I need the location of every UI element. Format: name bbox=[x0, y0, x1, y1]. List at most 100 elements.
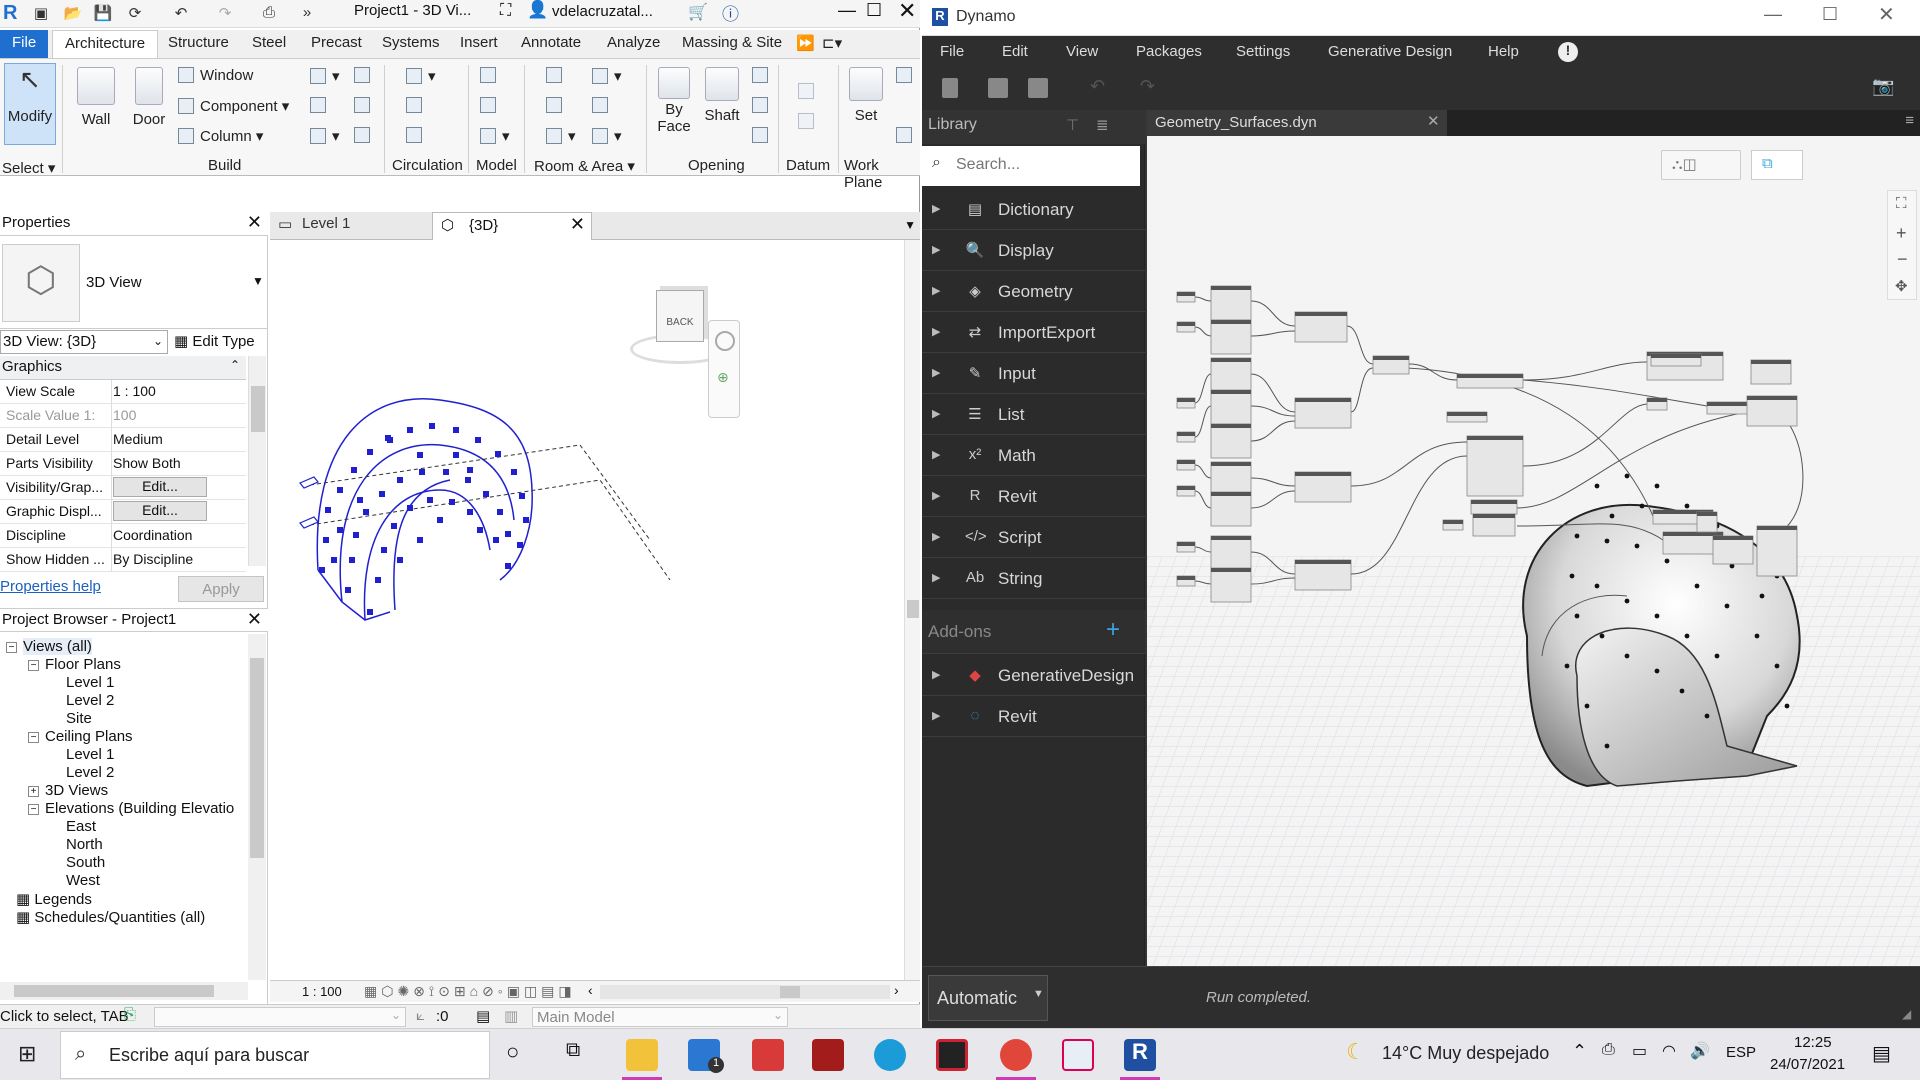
expand-arrow-icon[interactable]: ▶ bbox=[932, 530, 940, 543]
filter-icon[interactable]: ▥ bbox=[504, 1007, 518, 1025]
cortana-icon[interactable]: ○ bbox=[506, 1039, 519, 1065]
zoom-icon[interactable]: ⊕ bbox=[717, 369, 729, 386]
library-category-geometry[interactable]: ▶ ◈ Geometry bbox=[922, 272, 1145, 312]
graph-node[interactable] bbox=[1746, 395, 1798, 427]
file-explorer-icon[interactable] bbox=[626, 1039, 658, 1071]
undo-icon[interactable]: ↶ bbox=[170, 4, 192, 24]
library-category-dictionary[interactable]: ▶ ▤ Dictionary bbox=[922, 190, 1145, 230]
area-boundary-button[interactable]: ▾ bbox=[592, 67, 622, 85]
addon-revit[interactable]: ▶ ◌ Revit bbox=[922, 697, 1145, 737]
show-work-plane-button[interactable] bbox=[896, 67, 918, 84]
graph-wire[interactable] bbox=[1346, 325, 1374, 365]
menu-edit[interactable]: Edit bbox=[1002, 43, 1028, 60]
room-tag-button[interactable] bbox=[546, 97, 568, 114]
properties-help-link[interactable]: Properties help bbox=[0, 578, 101, 595]
graph-wire[interactable] bbox=[1516, 411, 1748, 509]
dormer-button[interactable] bbox=[752, 127, 774, 144]
expand-arrow-icon[interactable]: ▶ bbox=[932, 448, 940, 461]
graph-wire[interactable] bbox=[1194, 490, 1212, 509]
browser-tree-item[interactable]: − Ceiling Plans bbox=[28, 728, 133, 745]
more-tabs-icon[interactable]: ⏩ bbox=[796, 34, 815, 52]
expand-arrow-icon[interactable]: ▶ bbox=[932, 366, 940, 379]
tab-list-icon[interactable]: ▼ bbox=[904, 218, 916, 232]
browser-tree-item[interactable]: +3D Views bbox=[28, 782, 108, 799]
door-button[interactable]: Door bbox=[126, 67, 172, 128]
graph-wire[interactable] bbox=[1194, 464, 1212, 479]
tab-structure[interactable]: Structure bbox=[168, 34, 229, 51]
expand-arrow-icon[interactable]: ▶ bbox=[932, 407, 940, 420]
help-icon[interactable]: ⓘ bbox=[722, 0, 739, 25]
room-area-dropdown[interactable]: Room & Area ▾ bbox=[534, 157, 635, 175]
properties-scrollbar[interactable] bbox=[248, 356, 266, 566]
graph-wire[interactable] bbox=[1250, 420, 1296, 442]
graph-node[interactable] bbox=[1756, 525, 1798, 577]
library-category-importexport[interactable]: ▶ ⇄ ImportExport bbox=[922, 313, 1145, 353]
browser-tree-item[interactable]: ▦ Schedules/Quantities (all) bbox=[6, 908, 205, 926]
maximize-icon[interactable]: ☐ bbox=[1822, 4, 1838, 25]
app-icon[interactable] bbox=[812, 1039, 844, 1071]
tab-annotate[interactable]: Annotate bbox=[521, 34, 581, 51]
wall-opening-button[interactable] bbox=[752, 67, 774, 84]
browser-tree-item[interactable]: North bbox=[50, 836, 103, 853]
color-scheme-button[interactable]: ▾ bbox=[592, 127, 622, 145]
graph-wire[interactable] bbox=[1350, 441, 1468, 487]
fit-view-icon[interactable]: ⛶ bbox=[1896, 195, 1907, 212]
room-button[interactable] bbox=[546, 67, 568, 84]
expand-arrow-icon[interactable]: ▶ bbox=[932, 243, 940, 256]
volume-icon[interactable]: 🔊 bbox=[1690, 1041, 1710, 1061]
graph-node[interactable] bbox=[1294, 471, 1352, 503]
collapse-icon[interactable]: − bbox=[28, 804, 39, 815]
graph-view-toggle[interactable]: ⧉ bbox=[1751, 150, 1803, 180]
weather-text[interactable]: 14°C Muy despejado bbox=[1382, 1043, 1549, 1064]
library-category-script[interactable]: ▶ </> Script bbox=[922, 518, 1145, 558]
notifications-icon[interactable]: ▤ bbox=[1872, 1041, 1891, 1066]
scrollbar-thumb[interactable] bbox=[14, 985, 214, 997]
sketch-app-icon[interactable] bbox=[1062, 1039, 1094, 1071]
expand-icon[interactable]: + bbox=[28, 786, 39, 797]
floor-button[interactable]: ▾ bbox=[310, 127, 340, 145]
save-file-icon[interactable] bbox=[1028, 78, 1048, 98]
set-button[interactable]: Set bbox=[846, 67, 886, 124]
model-text-button[interactable] bbox=[480, 67, 502, 84]
tab-precast[interactable]: Precast bbox=[311, 34, 362, 51]
tab-systems[interactable]: Systems bbox=[382, 34, 440, 51]
property-row[interactable]: Visibility/Grap... Edit... bbox=[0, 476, 246, 500]
graph-node[interactable] bbox=[1294, 559, 1352, 591]
maximize-icon[interactable]: ☐ bbox=[866, 0, 882, 21]
meet-icon[interactable]: ⎙ bbox=[1602, 1041, 1615, 1059]
roof-button[interactable]: ▾ bbox=[310, 67, 340, 85]
by-face-button[interactable]: By Face bbox=[654, 67, 694, 135]
property-row[interactable]: Discipline Coordination bbox=[0, 524, 246, 548]
browser-tree-item[interactable]: Level 1 bbox=[50, 746, 114, 763]
viewport-hscrollbar[interactable] bbox=[600, 985, 890, 999]
graph-canvas[interactable]: ⛬◫ ⧉ ⛶ + − ✥ bbox=[1147, 136, 1920, 966]
new-file-icon[interactable] bbox=[942, 78, 958, 98]
notification-icon[interactable]: ! bbox=[1558, 42, 1578, 62]
redo-icon[interactable]: ↷ bbox=[1140, 76, 1155, 97]
expand-arrow-icon[interactable]: ▶ bbox=[932, 202, 940, 215]
property-value[interactable]: 1 : 100 bbox=[113, 383, 156, 399]
view-controls-icons[interactable]: ▦⬡✺⊗⟟⊙⊞⌂⊘◦▣◫▤◨ bbox=[364, 983, 576, 1000]
gift-icon[interactable] bbox=[752, 1039, 784, 1071]
shaft-button[interactable]: Shaft bbox=[700, 67, 744, 124]
binoculars-icon[interactable]: ⛶ bbox=[500, 2, 511, 20]
model-line-button[interactable] bbox=[480, 97, 502, 114]
tab-menu-icon[interactable]: ≡ bbox=[1905, 112, 1914, 129]
close-icon[interactable]: ✕ bbox=[247, 212, 262, 233]
browser-tree-item[interactable]: Level 2 bbox=[50, 692, 114, 709]
revit-3d-viewport[interactable]: BACK ⊕ bbox=[270, 240, 920, 980]
save-icon[interactable]: 💾 bbox=[92, 4, 114, 24]
ramp-button[interactable] bbox=[406, 97, 428, 114]
graph-node[interactable] bbox=[1294, 397, 1352, 429]
view-tab-3d[interactable]: ⬡ {3D} ✕ bbox=[432, 212, 592, 240]
close-icon[interactable]: ✕ bbox=[570, 214, 585, 235]
menu-packages[interactable]: Packages bbox=[1136, 43, 1202, 60]
edit-button[interactable]: Edit... bbox=[113, 477, 207, 497]
curtain-grid-button[interactable] bbox=[354, 97, 376, 114]
curtain-system-button[interactable] bbox=[354, 67, 376, 84]
view-tab-level-1[interactable]: ▭ Level 1 bbox=[278, 215, 428, 240]
graph-node[interactable] bbox=[1210, 491, 1252, 527]
addon-generativedesign[interactable]: ▶ ◆ GenerativeDesign bbox=[922, 656, 1145, 696]
expand-arrow-icon[interactable]: ▶ bbox=[932, 489, 940, 502]
open-icon[interactable]: 📂 bbox=[62, 4, 84, 24]
